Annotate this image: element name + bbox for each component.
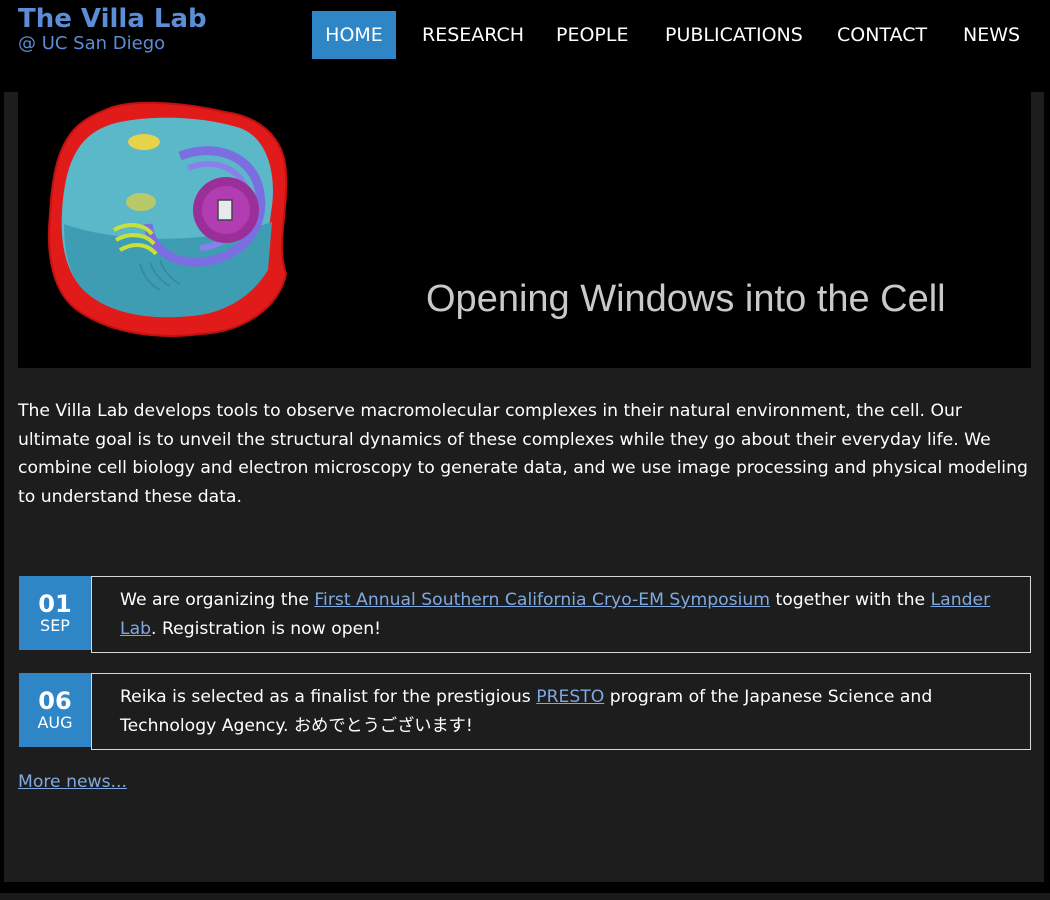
symposium-link[interactable]: First Annual Southern California Cryo-EM… — [314, 590, 770, 610]
news-month: AUG — [37, 713, 73, 732]
site-brand[interactable]: The Villa Lab @ UC San Diego — [18, 4, 207, 54]
news-text-part: together with the — [770, 590, 931, 610]
news-item: 01 SEP We are organizing the First Annua… — [18, 576, 1032, 654]
more-news-link[interactable]: More news... — [18, 772, 127, 792]
nav-item-people[interactable]: PEOPLE — [556, 11, 628, 59]
nav-item-research[interactable]: RESEARCH — [422, 11, 524, 59]
lab-description: The Villa Lab develops tools to observe … — [18, 401, 1028, 507]
site-header: The Villa Lab @ UC San Diego HOME RESEAR… — [0, 0, 1050, 92]
news-item: 06 AUG Reika is selected as a finalist f… — [18, 673, 1032, 751]
footer-divider — [0, 893, 1050, 900]
news-date-badge: 06 AUG — [19, 673, 91, 747]
news-month: SEP — [40, 616, 70, 635]
news-text-part: . Registration is now open! — [151, 618, 381, 639]
cell-illustration — [47, 101, 288, 337]
site-title[interactable]: The Villa Lab — [18, 4, 207, 34]
news-text: Reika is selected as a finalist for the … — [91, 673, 1031, 750]
site-subtitle: @ UC San Diego — [18, 33, 166, 54]
news-text: We are organizing the First Annual South… — [91, 576, 1031, 653]
news-day: 06 — [38, 687, 72, 715]
news-date-badge: 01 SEP — [19, 576, 91, 650]
hero-banner: Opening Windows into the Cell — [18, 92, 1031, 368]
nav-item-home[interactable]: HOME — [312, 11, 396, 59]
news-text-part: Reika is selected as a finalist for the … — [120, 687, 537, 707]
news-text-part: We are organizing the — [120, 590, 315, 610]
banner-tagline: Opening Windows into the Cell — [426, 278, 946, 320]
nav-item-contact[interactable]: CONTACT — [837, 11, 927, 59]
presto-link[interactable]: PRESTO — [536, 687, 604, 707]
nav-item-news[interactable]: NEWS — [963, 11, 1020, 59]
nav-item-publications[interactable]: PUBLICATIONS — [665, 11, 803, 59]
news-day: 01 — [38, 590, 72, 618]
